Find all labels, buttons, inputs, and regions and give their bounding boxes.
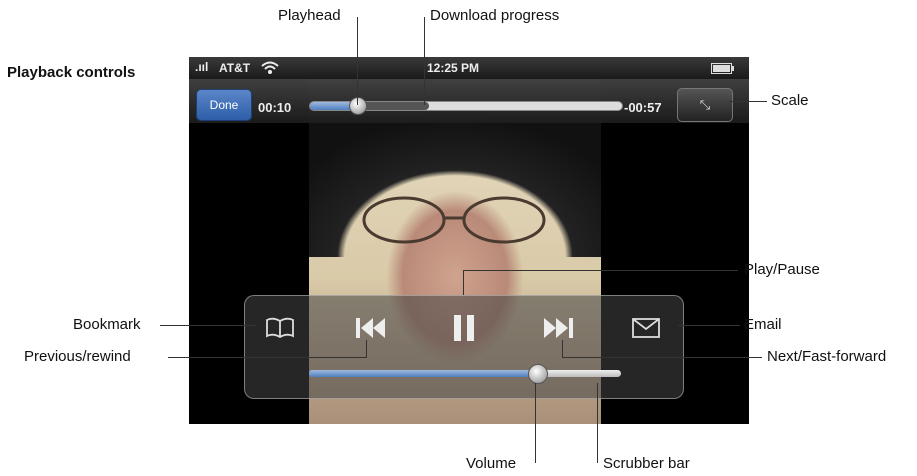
top-bar: Done 00:10 -00:57 ⤡ <box>189 79 749 123</box>
clock: 12:25 PM <box>427 61 480 75</box>
play-pause-callout: Play/Pause <box>744 261 820 278</box>
download-progress-leader <box>424 17 425 105</box>
bookmark-callout: Bookmark <box>73 316 141 333</box>
signal-icon: .ııl <box>195 60 209 74</box>
next-fast-forward-button[interactable] <box>528 308 588 348</box>
next-fast-forward-leader <box>562 357 762 358</box>
battery-icon <box>711 63 734 74</box>
download-progress-callout: Download progress <box>430 7 560 24</box>
email-leader <box>678 325 740 326</box>
bookmark-button[interactable] <box>250 308 310 348</box>
email-button[interactable] <box>616 308 676 348</box>
volume-leader <box>535 383 536 463</box>
play-pause-leader-vertical <box>463 270 464 295</box>
video-screen[interactable]: .ııl AT&T 12:25 PM Done 00:10 -00:57 ⤡ <box>189 57 749 424</box>
previous-rewind-leader-vertical <box>366 340 367 358</box>
play-pause-button[interactable] <box>434 308 494 348</box>
status-bar: .ııl AT&T 12:25 PM <box>189 57 749 79</box>
elapsed-time: 00:10 <box>258 100 292 115</box>
wifi-icon <box>261 61 279 74</box>
playback-controls-panel <box>244 295 684 399</box>
video-frame-glasses <box>362 196 546 244</box>
volume-fill <box>309 370 537 377</box>
remaining-time: -00:57 <box>624 100 662 115</box>
carrier-label: AT&T <box>219 61 251 75</box>
bookmark-icon <box>266 317 294 339</box>
previous-rewind-callout: Previous/rewind <box>24 348 131 365</box>
previous-rewind-button[interactable] <box>341 308 401 348</box>
scale-callout: Scale <box>771 92 809 109</box>
next-fast-forward-leader-vertical <box>562 340 563 358</box>
volume-slider[interactable] <box>309 364 621 384</box>
volume-callout: Volume <box>466 455 517 472</box>
bookmark-leader <box>160 325 256 326</box>
previous-icon <box>356 318 385 338</box>
previous-rewind-leader <box>168 357 366 358</box>
pause-icon <box>454 315 474 341</box>
playhead-callout: Playhead <box>278 7 341 24</box>
playhead-leader <box>357 17 358 105</box>
scale-button[interactable]: ⤡ <box>677 88 733 122</box>
next-icon <box>544 318 573 338</box>
scale-icon: ⤡ <box>699 97 711 112</box>
section-title: Playback controls <box>7 64 136 81</box>
done-button[interactable]: Done <box>196 89 252 121</box>
next-fast-forward-callout: Next/Fast-forward <box>767 348 887 365</box>
volume-knob[interactable] <box>527 364 548 384</box>
play-pause-leader <box>463 270 738 271</box>
scale-leader <box>729 101 767 102</box>
envelope-icon <box>632 318 660 338</box>
scrubber-bar-callout: Scrubber bar <box>603 455 690 472</box>
scrubber-bar-leader <box>597 383 598 463</box>
email-callout: Email <box>744 316 782 333</box>
